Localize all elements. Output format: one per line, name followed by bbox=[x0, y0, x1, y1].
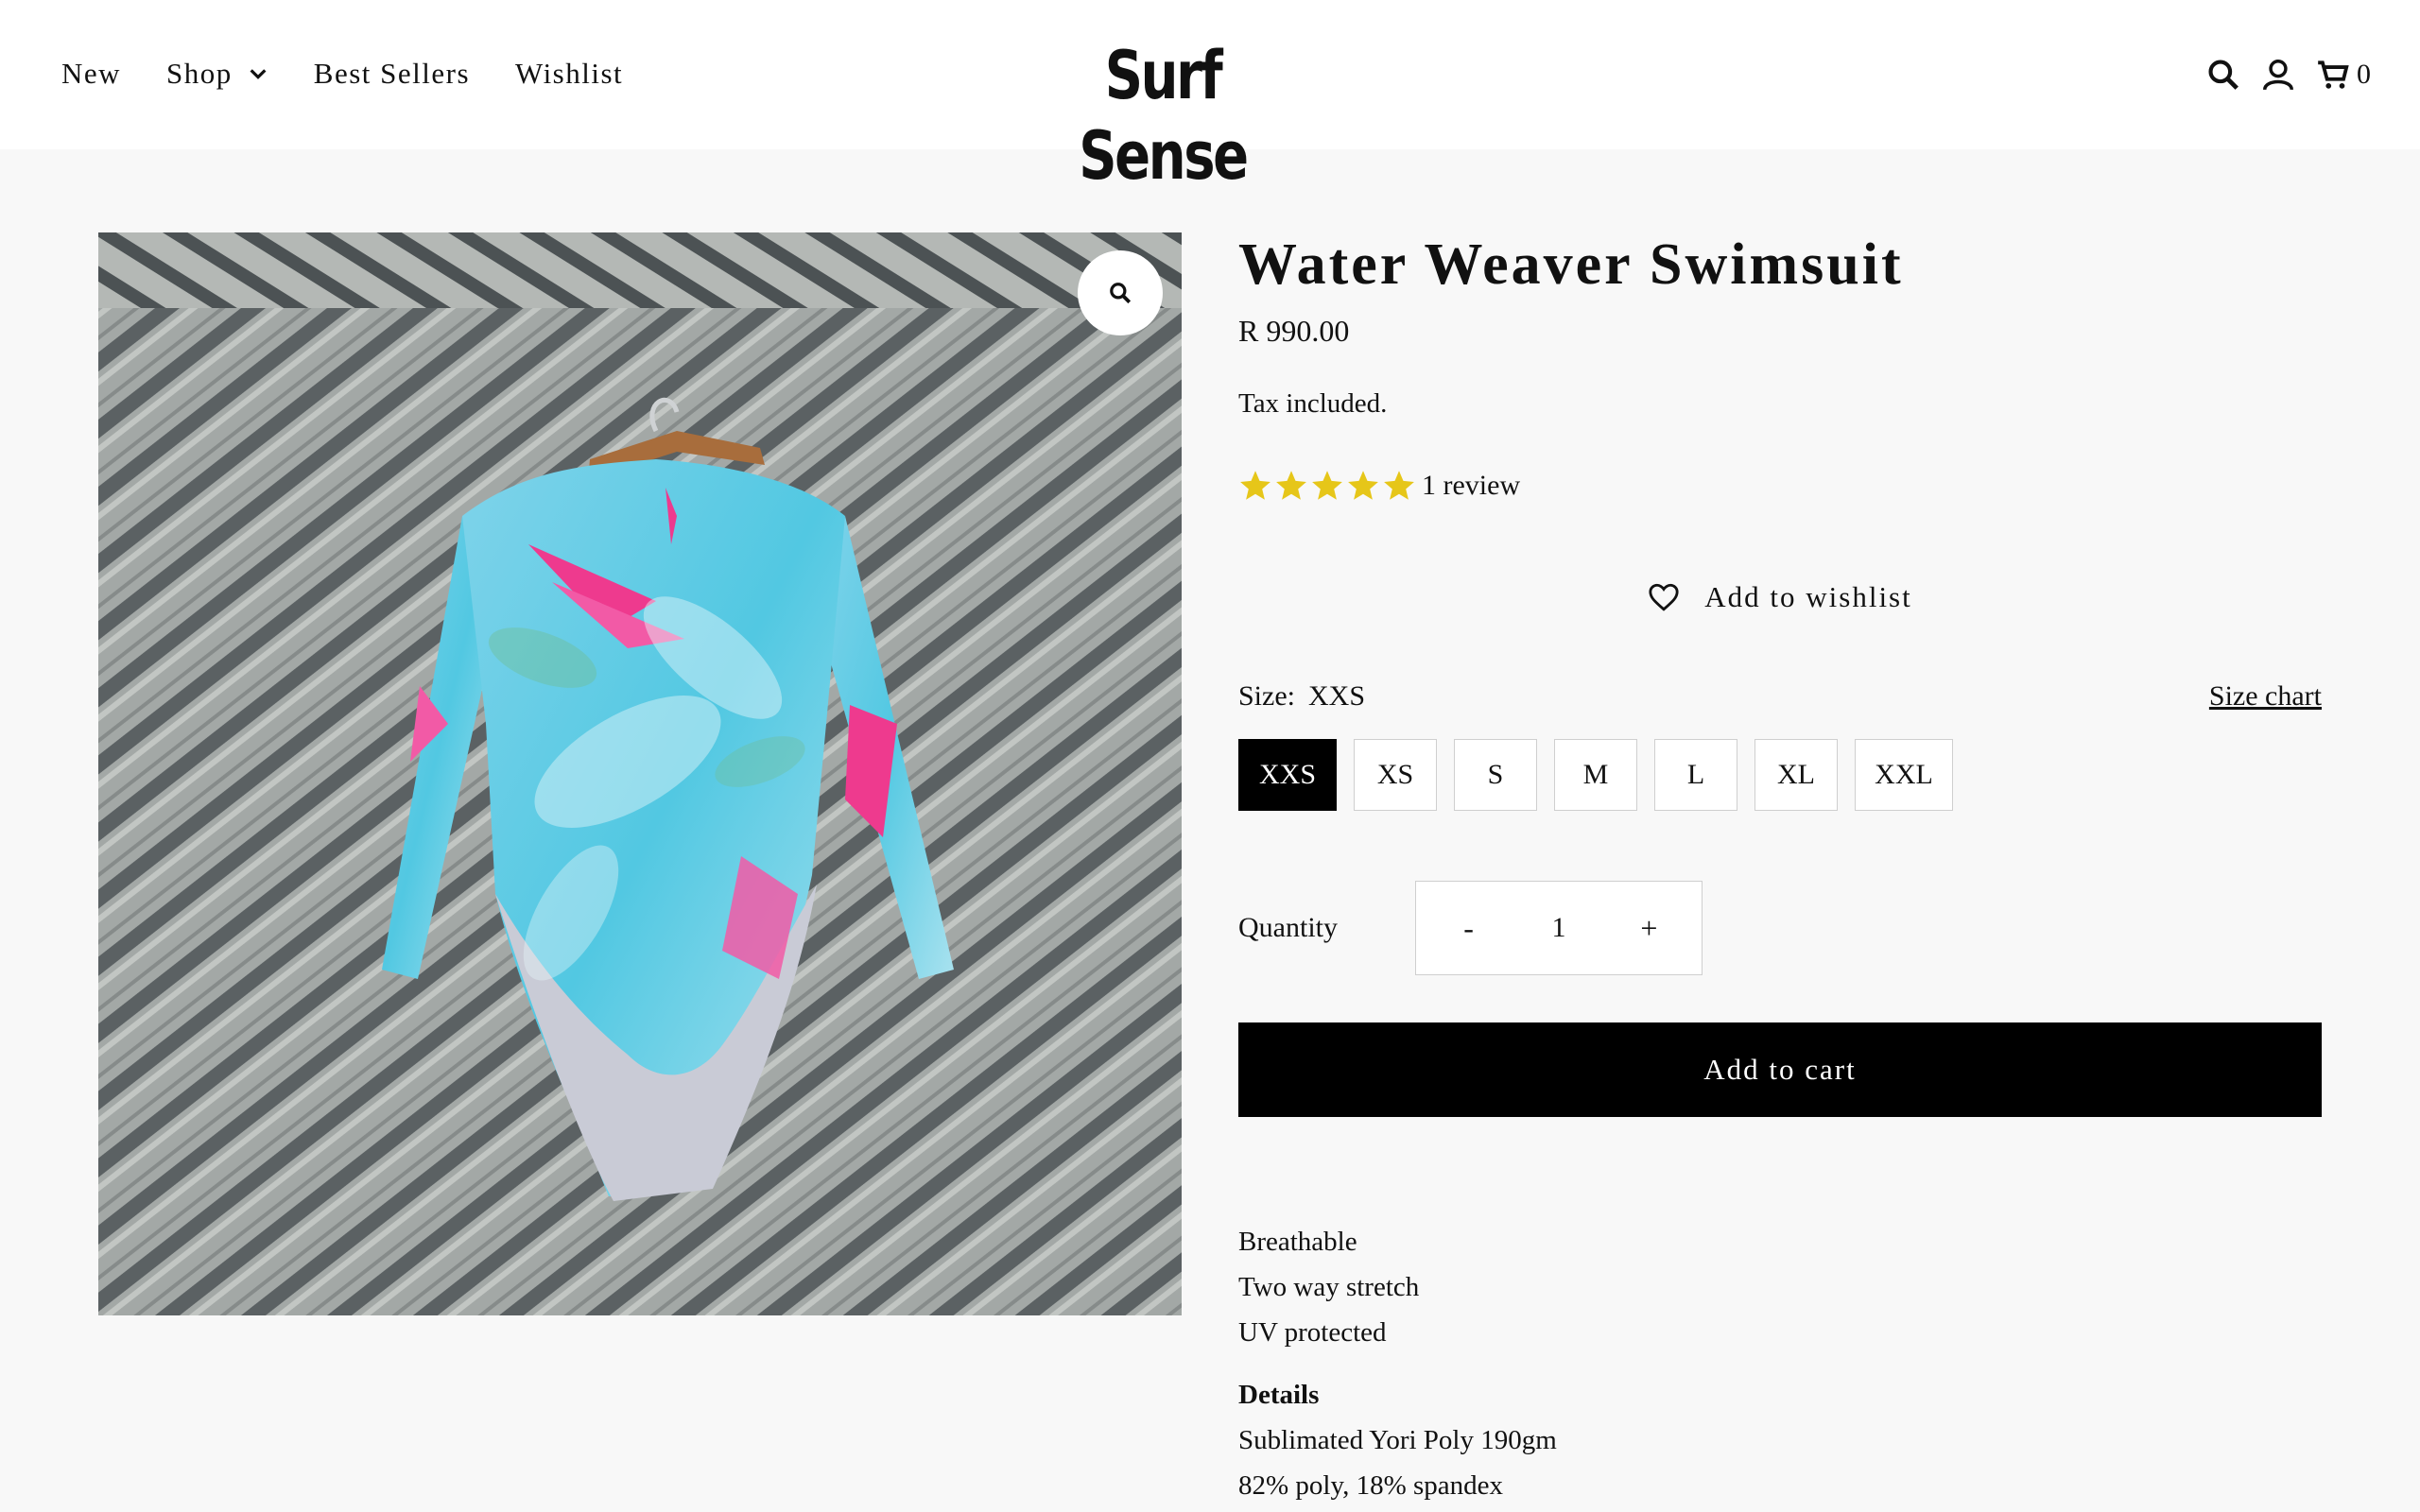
feature-item: Breathable bbox=[1238, 1227, 1357, 1257]
quantity-stepper: - 1 + bbox=[1415, 881, 1703, 975]
size-option-s[interactable]: S bbox=[1454, 739, 1537, 811]
zoom-button[interactable] bbox=[1078, 250, 1163, 335]
add-to-cart-button[interactable]: Add to cart bbox=[1238, 1022, 2322, 1117]
nav-item-shop[interactable]: Shop bbox=[166, 57, 268, 91]
star-icon bbox=[1240, 471, 1270, 500]
product-image[interactable] bbox=[98, 232, 1182, 1315]
nav-item-best-sellers[interactable]: Best Sellers bbox=[314, 57, 470, 91]
swimsuit-photo bbox=[98, 232, 1182, 1315]
star-icon bbox=[1276, 471, 1306, 500]
search-icon[interactable] bbox=[2205, 57, 2241, 93]
size-option-l[interactable]: L bbox=[1654, 739, 1737, 811]
chevron-down-icon bbox=[250, 69, 267, 79]
nav-item-label: Best Sellers bbox=[313, 57, 471, 90]
size-option-xs[interactable]: XS bbox=[1354, 739, 1437, 811]
quantity-input[interactable]: 1 bbox=[1521, 912, 1596, 944]
detail-item: 82% poly, 18% spandex bbox=[1238, 1470, 1504, 1501]
product-details: Sublimated Yori Poly 190gm 82% poly, 18%… bbox=[1238, 1418, 2322, 1508]
tax-note: Tax included. bbox=[1238, 388, 1388, 419]
rating-stars bbox=[1238, 469, 1418, 503]
cart-icon[interactable] bbox=[2315, 57, 2351, 93]
site-header: New Shop Best Sellers Wishlist Surf Sens… bbox=[0, 0, 2420, 195]
size-option-xxs[interactable]: XXS bbox=[1238, 739, 1337, 811]
selected-size: XXS bbox=[1308, 680, 1366, 712]
product-rating[interactable]: 1 review bbox=[1238, 469, 2322, 503]
size-option-xxl[interactable]: XXL bbox=[1855, 739, 1953, 811]
nav-item-new[interactable]: New bbox=[61, 57, 121, 91]
star-icon bbox=[1312, 471, 1342, 500]
product-title: Water Weaver Swimsuit bbox=[1238, 232, 1904, 297]
heart-icon bbox=[1649, 583, 1679, 611]
zoom-icon bbox=[1110, 283, 1132, 304]
size-options: XXS XS S M L XL XXL bbox=[1238, 739, 2322, 811]
quantity-decrease-button[interactable]: - bbox=[1416, 911, 1521, 946]
star-icon bbox=[1348, 471, 1378, 500]
product-price: R 990.00 bbox=[1238, 314, 1350, 348]
quantity-label: Quantity bbox=[1238, 912, 1338, 943]
nav-item-label: Shop bbox=[166, 57, 233, 90]
size-label: Size: bbox=[1238, 680, 1295, 712]
size-option-m[interactable]: M bbox=[1554, 739, 1637, 811]
size-header: Size: XXS Size chart bbox=[1238, 680, 2322, 713]
review-count[interactable]: 1 review bbox=[1422, 470, 1520, 502]
main-nav: New Shop Best Sellers Wishlist bbox=[61, 57, 668, 91]
details-heading: Details bbox=[1238, 1380, 1320, 1410]
detail-item: Sublimated Yori Poly 190gm bbox=[1238, 1425, 1557, 1455]
quantity-increase-button[interactable]: + bbox=[1597, 911, 1702, 946]
product-features: Breathable Two way stretch UV protected bbox=[1238, 1219, 2322, 1355]
feature-item: Two way stretch bbox=[1238, 1272, 1420, 1302]
wishlist-label: Add to wishlist bbox=[1704, 580, 1912, 613]
quantity-row: Quantity - 1 + bbox=[1238, 881, 2322, 975]
header-icons: 0 bbox=[2187, 57, 2371, 93]
nav-item-label: Wishlist bbox=[515, 57, 624, 90]
nav-item-wishlist[interactable]: Wishlist bbox=[515, 57, 623, 91]
account-icon[interactable] bbox=[2260, 57, 2296, 93]
cart-count: 0 bbox=[2357, 59, 2371, 90]
feature-item: UV protected bbox=[1238, 1317, 1387, 1348]
product-info: Water Weaver Swimsuit R 990.00 Tax inclu… bbox=[1238, 227, 2322, 1508]
nav-item-label: New bbox=[61, 57, 122, 90]
site-logo[interactable]: Surf Sense bbox=[1053, 36, 1272, 197]
star-icon bbox=[1384, 471, 1414, 500]
add-to-wishlist-button[interactable]: Add to wishlist bbox=[1238, 580, 2322, 614]
size-option-xl[interactable]: XL bbox=[1754, 739, 1838, 811]
size-chart-link[interactable]: Size chart bbox=[2209, 680, 2322, 713]
